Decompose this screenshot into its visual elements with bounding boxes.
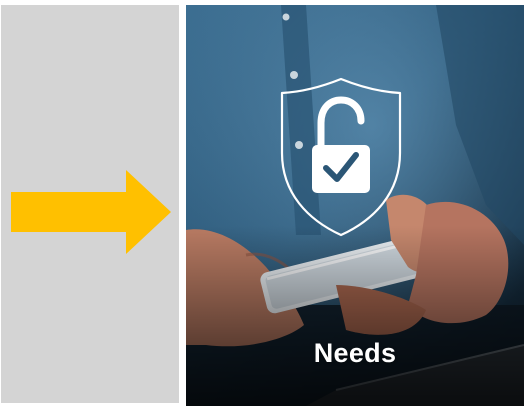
caption-needs: Needs — [313, 338, 397, 368]
right-arrow-icon — [11, 170, 171, 254]
needs-image-panel: Needs — [186, 5, 524, 406]
padlock-shield-check-icon — [280, 77, 402, 237]
left-panel — [1, 5, 179, 403]
